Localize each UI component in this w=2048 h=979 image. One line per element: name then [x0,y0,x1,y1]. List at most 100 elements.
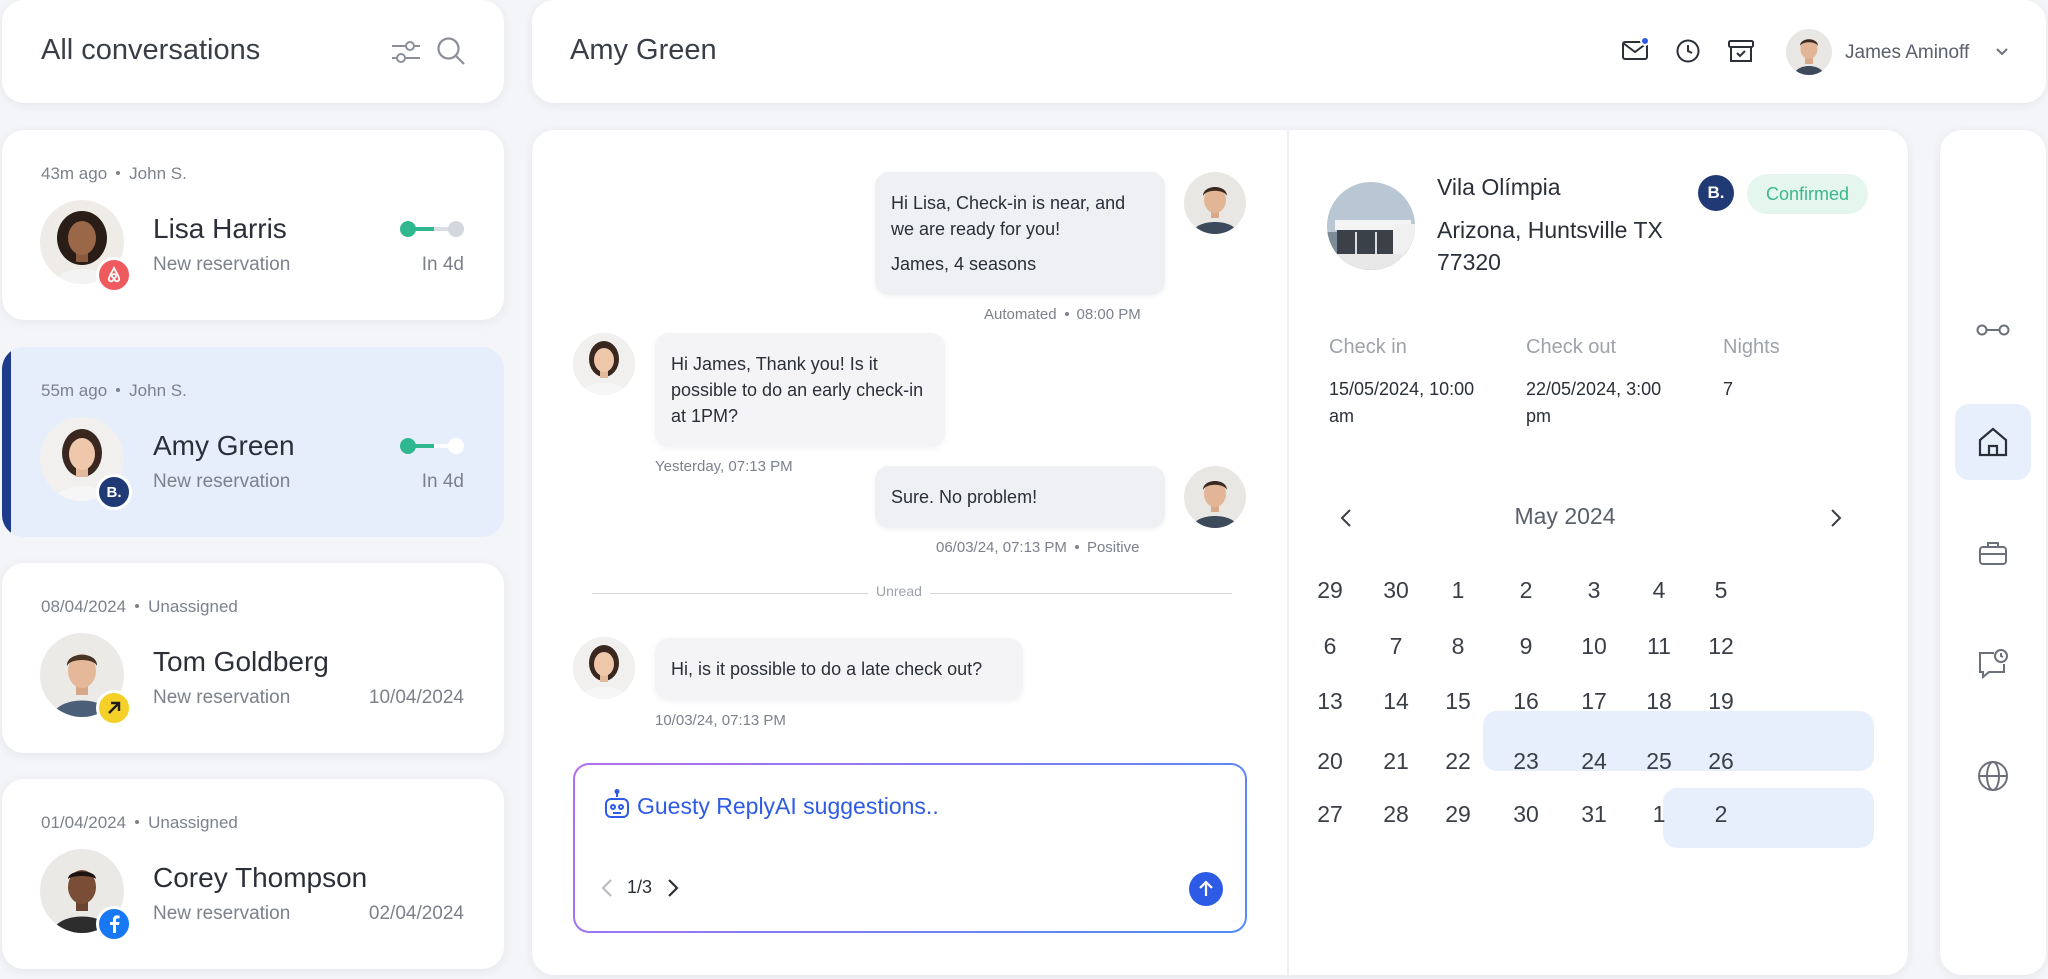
conversation-meta: 01/04/2024 Unassigned [41,813,238,833]
chat-clock-icon[interactable] [1940,648,2046,680]
conversation-time: 01/04/2024 [41,813,127,832]
conversation-item[interactable]: 01/04/2024 Unassigned Corey Thompson New … [2,779,504,969]
guest-avatar [573,333,635,395]
calendar-day[interactable]: 11 [1629,633,1689,660]
message-source: Automated [984,306,1057,323]
calendar-day[interactable]: 21 [1366,748,1426,775]
message-bubble-outgoing: Sure. No problem! [875,466,1165,528]
host-avatar [1184,466,1246,528]
search-icon[interactable] [436,36,466,71]
calendar-day[interactable]: 12 [1691,633,1751,660]
calendar-day[interactable]: 16 [1496,688,1556,715]
conversation-panel: Hi Lisa, Check-in is near, and we are re… [532,130,1908,975]
message-bubble-incoming: Hi, is it possible to do a late check ou… [655,638,1023,700]
mail-icon[interactable] [1622,36,1650,66]
right-rail [1940,130,2046,975]
checkin-value: 15/05/2024, 10:00 am [1329,379,1475,426]
conversation-item[interactable]: 08/04/2024 Unassigned Tom Goldberg New re… [2,563,504,753]
calendar-day[interactable]: 14 [1366,688,1426,715]
main-header: Amy Green James Aminoff [532,0,2046,103]
guest-name: Corey Thompson [153,862,368,893]
calendar-day[interactable]: 26 [1691,748,1751,775]
calendar-day[interactable]: 5 [1691,577,1751,604]
message-bubble-incoming: Hi James, Thank you! Is it possible to d… [655,333,945,447]
guest-name: Lisa Harris [153,213,287,244]
briefcase-icon[interactable] [1940,540,2046,566]
calendar-day[interactable]: 30 [1496,801,1556,828]
status-badge: Confirmed [1747,174,1869,214]
conversation-agent: John S. [129,164,187,183]
calendar-day[interactable]: 28 [1366,801,1426,828]
calendar-day[interactable]: 6 [1300,633,1360,660]
calendar-day[interactable]: 20 [1300,748,1360,775]
filter-icon[interactable] [390,38,422,71]
reservation-when: 02/04/2024 [368,903,464,924]
calendar-day[interactable]: 1 [1428,577,1488,604]
calendar-day[interactable]: 24 [1564,748,1624,775]
checkin-label: Check in [1329,336,1407,358]
reservation-when: In 4d [421,254,464,275]
message-signature: James, 4 seasons [891,254,1037,274]
calendar-prev-icon[interactable] [1340,508,1352,533]
bot-icon [603,789,631,826]
calendar-day[interactable]: 17 [1564,688,1624,715]
ai-suggestion-text[interactable]: Guesty ReplyAI suggestions.. [637,793,939,820]
calendar-day[interactable]: 7 [1366,633,1426,660]
property-image [1327,182,1415,270]
clock-icon[interactable] [1676,39,1700,68]
calendar-day[interactable]: 18 [1629,688,1689,715]
message-text: Hi Lisa, Check-in is near, and we are re… [891,193,1126,239]
calendar-day[interactable]: 3 [1564,577,1624,604]
host-avatar [1184,172,1246,234]
guest-name: Amy Green [153,430,295,461]
conversation-meta: 43m ago John S. [41,164,187,184]
calendar-day[interactable]: 13 [1300,688,1360,715]
calendar-day[interactable]: 31 [1564,801,1624,828]
calendar-day[interactable]: 10 [1564,633,1624,660]
booking-channel-badge: B. [1698,175,1734,211]
chevron-down-icon[interactable] [1995,44,2009,62]
calendar-day[interactable]: 2 [1691,801,1751,828]
message-time: 10/03/24, 07:13 PM [655,712,786,729]
conversation-item-active[interactable]: 55m ago John S. B. Amy Green New reservat… [2,347,504,537]
facebook-icon [96,906,132,942]
conversations-header: All conversations [2,0,504,103]
calendar-day[interactable]: 29 [1428,801,1488,828]
suggestion-pager: 1/3 [627,877,653,897]
calendar-day[interactable]: 30 [1366,577,1426,604]
guest-name: Tom Goldberg [153,646,329,677]
key-icon[interactable] [1940,322,2046,338]
calendar-day[interactable]: 1 [1629,801,1689,828]
calendar-day[interactable]: 29 [1300,577,1360,604]
calendar-day[interactable]: 4 [1629,577,1689,604]
nights-label: Nights [1723,336,1780,358]
calendar-day[interactable]: 9 [1496,633,1556,660]
reply-composer[interactable]: Guesty ReplyAI suggestions.. 1/3 [573,763,1247,933]
calendar-day[interactable]: 22 [1428,748,1488,775]
booking-icon: B. [96,474,132,510]
send-button[interactable] [1189,872,1223,906]
calendar-day[interactable]: 27 [1300,801,1360,828]
chevron-right-icon[interactable] [667,878,679,903]
message-time: 06/03/24, 07:13 PM [936,539,1067,556]
calendar-day[interactable]: 23 [1496,748,1556,775]
home-icon[interactable] [1955,404,2031,480]
calendar-day[interactable]: 25 [1629,748,1689,775]
calendar-day[interactable]: 8 [1428,633,1488,660]
calendar-day[interactable]: 19 [1691,688,1751,715]
chevron-left-icon[interactable] [601,878,613,903]
user-avatar[interactable] [1786,29,1832,75]
message-time: Yesterday, 07:13 PM [655,458,793,475]
unread-label: Unread [868,583,930,599]
globe-icon[interactable] [1940,760,2046,792]
calendar-next-icon[interactable] [1830,508,1842,533]
calendar-day[interactable]: 15 [1428,688,1488,715]
calendar-day[interactable]: 2 [1496,577,1556,604]
conversation-item[interactable]: 43m ago John S. Lisa Harris New reservati… [2,130,504,320]
notification-dot [1640,36,1650,46]
conversation-meta: 55m ago John S. [41,381,187,401]
message-sentiment: Positive [1086,539,1140,556]
archive-icon[interactable] [1728,39,1754,68]
user-name[interactable]: James Aminoff [1845,42,1969,64]
active-indicator [2,347,11,537]
